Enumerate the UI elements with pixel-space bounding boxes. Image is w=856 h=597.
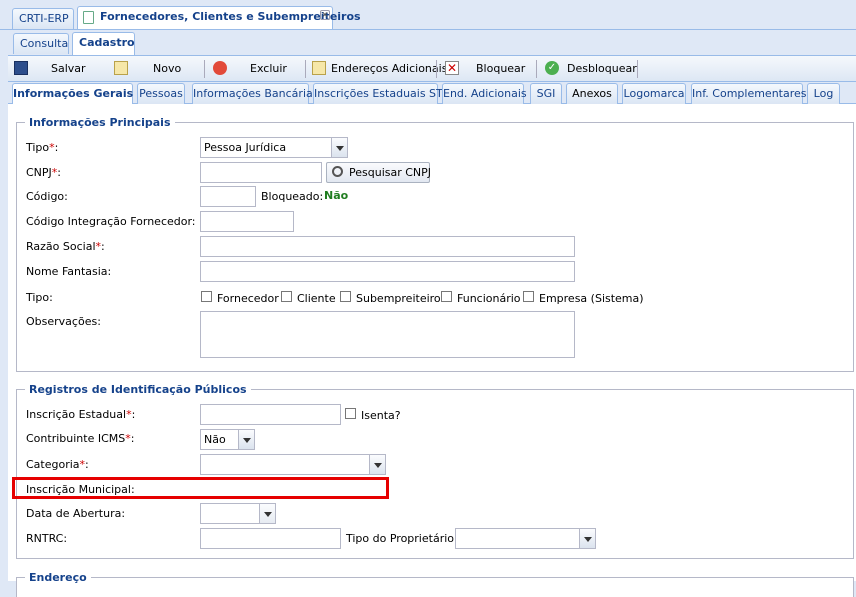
save-icon — [14, 61, 28, 75]
contribuinte-icms-combo[interactable]: Não — [200, 429, 255, 450]
rntrc-input[interactable] — [200, 528, 341, 549]
new-icon — [114, 61, 128, 75]
empresa-label: Empresa (Sistema) — [539, 292, 644, 305]
bloqueado-value: Não — [324, 189, 349, 202]
search-icon — [332, 166, 343, 177]
tab-inscricoes-estaduais-st[interactable]: Inscrições Estaduais ST — [313, 83, 443, 104]
delete-button[interactable]: Excluir — [250, 59, 287, 79]
toolbar: Salvar Novo Excluir Endereços Adicionais… — [8, 56, 856, 82]
tab-pessoas[interactable]: Pessoas — [137, 83, 185, 104]
calendar-icon[interactable] — [259, 503, 276, 524]
observacoes-textarea[interactable] — [200, 311, 575, 358]
isenta-checkbox[interactable] — [345, 408, 356, 419]
rntrc-label: RNTRC: — [26, 532, 68, 545]
tab-cadastro[interactable]: Cadastro — [72, 32, 135, 56]
nome-fantasia-input[interactable] — [200, 261, 575, 282]
tab-fornecedores[interactable]: Fornecedores, Clientes e Subempreiteiros… — [77, 6, 361, 30]
new-button[interactable]: Novo — [153, 59, 181, 79]
document-icon — [83, 11, 94, 24]
block-icon: ✕ — [445, 61, 459, 75]
unblock-icon: ✓ — [545, 61, 559, 75]
chevron-down-icon[interactable] — [331, 137, 348, 158]
tab-inf-complementares[interactable]: Inf. Complementares — [691, 83, 807, 104]
tab-informacoes-bancarias[interactable]: Informações Bancárias — [192, 83, 318, 104]
tab-informacoes-gerais[interactable]: Informações Gerais — [12, 83, 133, 105]
isenta-label: Isenta? — [361, 409, 401, 422]
cnpj-input[interactable] — [200, 162, 322, 183]
legend-informacoes-principais: Informações Principais — [25, 116, 175, 129]
close-icon[interactable]: × — [320, 10, 330, 20]
view-tab-bar: Consulta Cadastro — [0, 30, 856, 56]
tab-crti-erp[interactable]: CRTI-ERP — [12, 8, 74, 29]
categoria-combo[interactable] — [200, 454, 386, 475]
inscricao-estadual-label: Inscrição Estadual*: — [26, 408, 136, 421]
chevron-down-icon[interactable] — [579, 528, 596, 549]
tipo-proprietario-label: Tipo do Proprietário: — [346, 532, 458, 545]
tab-log[interactable]: Log — [807, 83, 840, 104]
bloqueado-label: Bloqueado: — [261, 190, 324, 203]
fornecedor-checkbox[interactable] — [201, 291, 212, 302]
fornecedor-label: Fornecedor — [217, 292, 279, 305]
codigo-label: Código: — [26, 190, 68, 203]
tipo-combo[interactable]: Pessoa Jurídica — [200, 137, 348, 158]
codigo-input[interactable] — [200, 186, 256, 207]
tab-logomarca[interactable]: Logomarca — [622, 83, 686, 104]
observacoes-label: Observações: — [26, 315, 101, 328]
legend-endereco: Endereço — [25, 571, 91, 584]
codigo-integracao-label: Código Integração Fornecedor: — [26, 215, 196, 228]
tab-end-adicionais[interactable]: End. Adicionais — [442, 83, 527, 104]
save-button[interactable]: Salvar — [51, 59, 86, 79]
subempreiteiro-checkbox[interactable] — [340, 291, 351, 302]
legend-registros: Registros de Identificação Públicos — [25, 383, 251, 396]
funcionario-label: Funcionário — [457, 292, 521, 305]
subempreiteiro-label: Subempreiteiro — [356, 292, 441, 305]
pesquisar-cnpj-button[interactable]: Pesquisar CNPJ — [326, 162, 431, 183]
codigo-integracao-input[interactable] — [200, 211, 294, 232]
delete-icon — [213, 61, 227, 75]
chevron-down-icon[interactable] — [238, 429, 255, 450]
categoria-label: Categoria*: — [26, 458, 89, 471]
tipo2-label: Tipo: — [26, 291, 53, 304]
addresses-icon — [312, 61, 326, 75]
razao-social-label: Razão Social*: — [26, 240, 105, 253]
tab-sgi[interactable]: SGI — [530, 83, 562, 104]
cliente-checkbox[interactable] — [281, 291, 292, 302]
cnpj-label: CNPJ*: — [26, 166, 62, 179]
tab-consulta[interactable]: Consulta — [13, 33, 69, 54]
inscricao-estadual-input[interactable] — [200, 404, 341, 425]
form-content: Informações Principais Tipo*: Pessoa Jur… — [8, 104, 856, 597]
app-tab-bar: CRTI-ERP Fornecedores, Clientes e Subemp… — [0, 0, 856, 30]
fieldset-endereco: Endereço — [16, 571, 854, 597]
tipo-proprietario-combo[interactable] — [455, 528, 596, 549]
tipo-label: Tipo*: — [26, 141, 59, 154]
data-abertura-label: Data de Abertura: — [26, 507, 126, 520]
tab-anexos[interactable]: Anexos — [566, 83, 618, 104]
empresa-checkbox[interactable] — [523, 291, 534, 302]
block-button[interactable]: Bloquear — [476, 59, 525, 79]
addresses-button[interactable]: Endereços Adicionais — [331, 59, 447, 79]
highlight-box — [12, 477, 389, 499]
data-abertura-input[interactable] — [200, 503, 276, 524]
chevron-down-icon[interactable] — [369, 454, 386, 475]
nome-fantasia-label: Nome Fantasia: — [26, 265, 112, 278]
funcionario-checkbox[interactable] — [441, 291, 452, 302]
unblock-button[interactable]: Desbloquear — [567, 59, 637, 79]
razao-social-input[interactable] — [200, 236, 575, 257]
form-tab-bar: Informações Gerais Pessoas Informações B… — [8, 82, 856, 105]
cliente-label: Cliente — [297, 292, 336, 305]
contribuinte-icms-label: Contribuinte ICMS*: — [26, 432, 135, 445]
